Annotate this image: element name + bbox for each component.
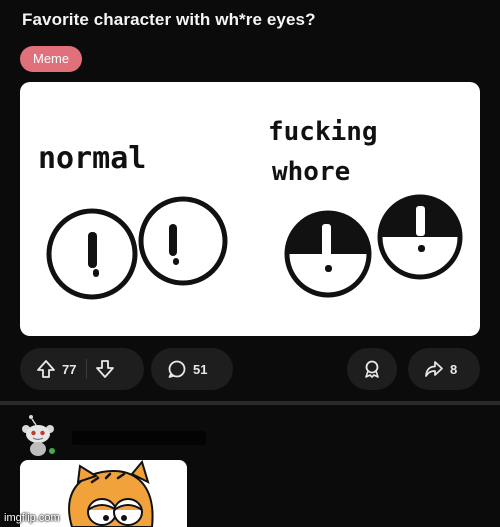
- post-title[interactable]: Favorite character with wh*re eyes?: [22, 10, 316, 30]
- share-count: 8: [450, 361, 458, 377]
- award-button[interactable]: [347, 348, 397, 390]
- flair-badge[interactable]: Meme: [20, 46, 83, 72]
- normal-eyes: [46, 196, 228, 300]
- caption-whore: whore: [272, 157, 350, 187]
- whore-eyes: [284, 194, 463, 298]
- vote-pill: 77: [20, 348, 144, 390]
- downvote-icon[interactable]: [95, 359, 115, 379]
- award-icon: [362, 359, 382, 379]
- share-icon: [424, 359, 444, 379]
- section-divider: [0, 401, 500, 405]
- post-image[interactable]: normal fucking whore: [20, 82, 480, 336]
- caption-fucking: fucking: [268, 117, 378, 147]
- online-status-dot: [47, 446, 57, 456]
- watermark: imgflip.com: [4, 512, 60, 524]
- comments-button[interactable]: 51: [151, 348, 233, 390]
- post-action-bar: 77 51 8: [0, 346, 500, 392]
- caption-normal: normal: [38, 141, 146, 176]
- share-button[interactable]: 8: [408, 348, 480, 390]
- upvote-icon[interactable]: [36, 359, 56, 379]
- upvote-count: 77: [62, 361, 77, 377]
- comment-icon: [167, 359, 187, 379]
- comment-count: 51: [193, 361, 208, 377]
- eyes-drawing: normal fucking whore: [38, 117, 463, 300]
- vote-divider: [86, 359, 88, 379]
- redacted-username: [72, 431, 206, 445]
